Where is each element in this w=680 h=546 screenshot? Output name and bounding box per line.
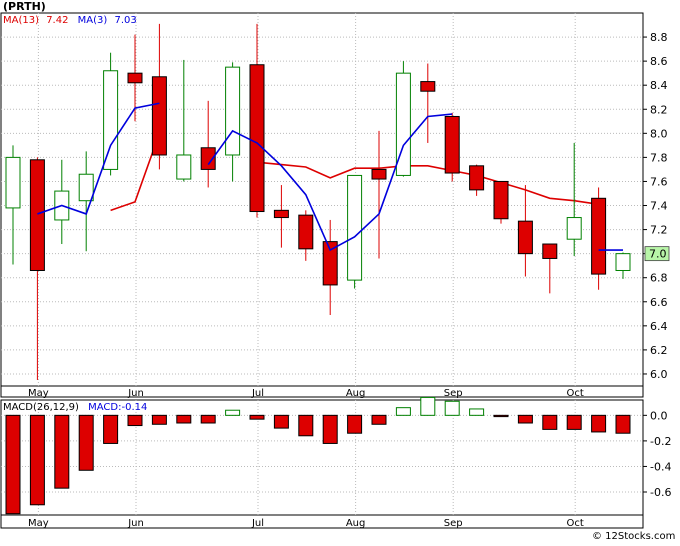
candle-body [469,165,485,191]
candle-body [273,209,289,219]
price-tick-label: 8.2 [650,103,668,116]
macd-bar [347,414,363,434]
month-label-top: Jul [251,388,264,399]
macd-bar [127,414,143,427]
macd-tick-label: -0.2 [650,435,671,448]
macd-tick-label: 0.0 [650,409,668,422]
price-tick-label: 8.4 [650,79,668,92]
candle-body [127,72,143,84]
month-label-top: Sep [444,388,463,399]
month-label-bottom: May [28,518,49,529]
candle-body [176,154,192,180]
price-tick-label: 7.6 [650,175,668,188]
macd-bar [5,414,21,515]
candle-body [591,197,607,275]
macd-legend: MACD(26,12,9) MACD:-0.14 [3,402,147,413]
candle-body [78,173,94,202]
macd-tick-label: -0.4 [650,460,671,473]
macd-bar [371,414,387,425]
watermark: © 12Stocks.com [592,531,676,542]
month-label-bottom: Jul [251,518,264,529]
candle-body [151,76,167,156]
last-price-label: 7.0 [649,248,667,261]
candle-body [371,168,387,180]
macd-bar [444,400,460,416]
price-tick-label: 6.8 [650,272,668,285]
price-legend: MA(13) 7.42 MA(3) 7.03 [3,15,137,26]
legend-ma13-value: 7.42 [46,15,69,26]
month-label-top: Oct [567,388,584,399]
macd-tick-label: -0.6 [650,486,671,499]
candle-body [420,81,436,92]
month-label-top: May [28,388,49,399]
candle-body [566,217,582,240]
month-label-top: Aug [346,388,366,399]
macd-bar [591,414,607,433]
macd-bar [29,414,45,506]
candle-body [103,70,119,170]
macd-bar [395,407,411,416]
candle-body [5,156,21,209]
macd-bar [176,414,192,424]
candle-body [615,253,631,271]
month-label-bottom: Jun [127,518,144,529]
macd-bar [469,408,485,416]
macd-bar [298,414,314,437]
macd-bar [493,414,509,418]
macd-bar [322,414,338,444]
macd-bar [225,409,241,416]
date-strip-bottom [0,514,644,529]
candle-body [298,214,314,250]
price-tick-label: 8.8 [650,31,668,44]
macd-bar [54,414,70,489]
macd-bar [151,414,167,425]
price-tick-label: 7.4 [650,200,668,213]
candle-body [29,159,45,271]
candle-body [517,220,533,255]
macd-bar [517,414,533,424]
legend-macd-label: MACD(26,12,9) [3,402,79,413]
price-panel-frame [0,12,644,387]
candle-body [444,115,460,174]
macd-bar [542,414,558,430]
macd-bar [273,414,289,429]
date-strip-top [0,385,644,398]
macd-bar [249,414,265,420]
macd-bar [200,414,216,424]
price-tick-label: 6.6 [650,296,668,309]
stock-chart: 6.0 6.2 6.4 6.6 6.8 7.0 7.2 7.4 7.6 7.8 8.0 8.2 8.4 8… [0,12,671,529]
candle-body [347,174,363,281]
price-tick-label: 7.8 [650,151,668,164]
price-tick-label: 8.0 [650,127,668,140]
month-label-bottom: Sep [444,518,463,529]
candle-body [542,243,558,259]
month-label-bottom: Oct [567,518,584,529]
candle-body [225,66,241,156]
price-tick-label: 6.0 [650,368,668,381]
macd-bar [615,414,631,434]
ticker-title: (PRTH) [3,0,46,13]
month-label-bottom: Aug [346,518,366,529]
macd-bar [103,414,119,444]
candle-body [249,64,265,213]
macd-bar [78,414,94,471]
legend-macd-value: MACD:-0.14 [88,402,148,413]
month-label-top: Jun [127,388,144,399]
price-tick-label: 8.6 [650,55,668,68]
legend-ma13-label: MA(13) [3,15,39,26]
legend-ma3-label: MA(3) [77,15,108,26]
price-tick-label: 7.2 [650,224,668,237]
price-tick-label: 6.4 [650,320,668,333]
legend-ma3-value: 7.03 [114,15,137,26]
price-tick-label: 6.2 [650,344,668,357]
macd-bar [420,396,436,416]
candle-body [493,180,509,220]
macd-bar [566,414,582,430]
